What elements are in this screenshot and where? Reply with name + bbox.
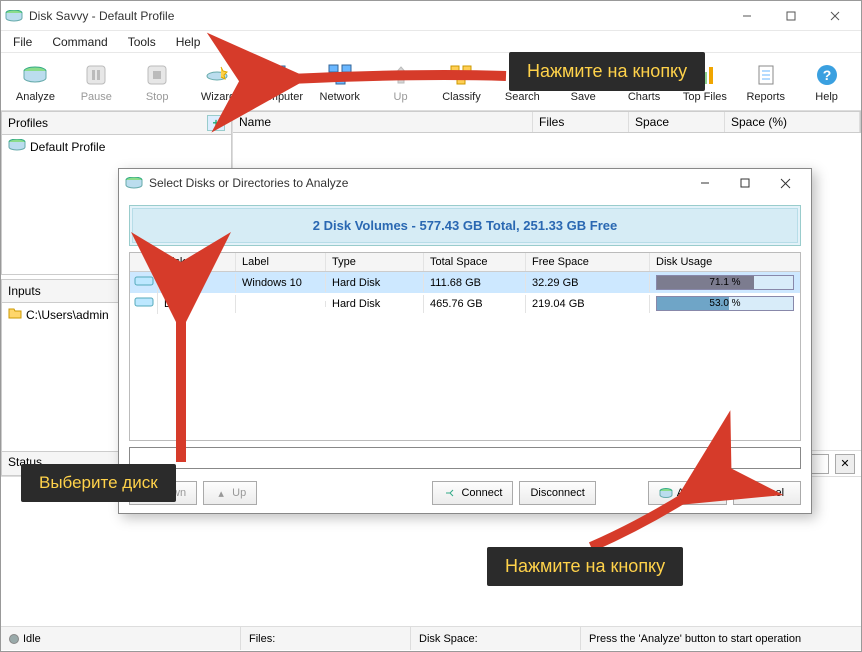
col-disk[interactable]: Disk [158,253,236,271]
status-close-button[interactable]: ✕ [835,454,855,474]
callout-left: Выберите диск [21,464,176,502]
up-arrow-icon: ▴ [214,486,228,500]
callout-bottom: Нажмите на кнопку [487,547,683,586]
menu-command[interactable]: Command [44,33,115,51]
connect-button[interactable]: Connect [432,481,513,505]
disk-grid-header: Disk Label Type Total Space Free Space D… [130,253,800,272]
pause-icon [82,61,110,89]
menu-help[interactable]: Help [168,33,209,51]
pause-button[interactable]: Pause [66,55,127,108]
move-up-button[interactable]: ▴Up [203,481,257,505]
col-space[interactable]: Space [629,112,725,132]
drive-icon [130,272,158,293]
profiles-header: Profiles + [1,111,232,135]
dialog-app-icon [125,174,143,192]
wizard-icon [204,61,232,89]
callout-top: Нажмите на кнопку [509,52,705,91]
up-button[interactable]: Up [370,55,431,108]
footer: Idle Files: Disk Space: Press the 'Analy… [1,627,861,650]
col-files[interactable]: Files [533,112,629,132]
analyze-icon [659,486,673,500]
col-type[interactable]: Type [326,253,424,271]
disconnect-button[interactable]: Disconnect [519,481,595,505]
network-button[interactable]: Network [309,55,370,108]
app-icon [5,7,23,25]
disk-row[interactable]: D:\ Hard Disk 465.76 GB 219.04 GB 53.0 % [130,293,800,314]
dialog-title: Select Disks or Directories to Analyze [149,176,685,190]
col-totalspace[interactable]: Total Space [424,253,526,271]
stop-button[interactable]: Stop [127,55,188,108]
dialog-cancel-button[interactable]: Cancel [733,481,801,505]
usage-bar: 71.1 % [656,275,794,290]
menu-file[interactable]: File [5,33,40,51]
close-button[interactable] [813,2,857,30]
toolbar: Analyze Pause Stop Wizard Computer Netwo… [1,53,861,111]
window-title: Disk Savvy - Default Profile [29,9,725,23]
dialog-maximize-button[interactable] [725,171,765,195]
dialog-buttons: ▾Down ▴Up Connect Disconnect Analyze Can… [119,473,811,513]
dialog-analyze-button[interactable]: Analyze [648,481,727,505]
summary-text: 2 Disk Volumes - 577.43 GB Total, 251.33… [132,208,798,243]
list-header: Name Files Space Space (%) [233,111,861,133]
col-label[interactable]: Label [236,253,326,271]
reports-icon [752,61,780,89]
footer-idle: Idle [23,633,41,645]
dialog-titlebar: Select Disks or Directories to Analyze [119,169,811,197]
stop-icon [143,61,171,89]
titlebar: Disk Savvy - Default Profile [1,1,861,31]
main-window: Disk Savvy - Default Profile File Comman… [0,0,862,652]
usage-bar: 53.0 % [656,296,794,311]
wizard-button[interactable]: Wizard [188,55,249,108]
col-spacepct[interactable]: Space (%) [725,112,860,132]
folder-icon [8,307,22,322]
col-freespace[interactable]: Free Space [526,253,650,271]
computer-icon [265,61,293,89]
dialog-close-button[interactable] [765,171,805,195]
dialog-body: 2 Disk Volumes - 577.43 GB Total, 251.33… [119,197,811,473]
analyze-button[interactable]: Analyze [5,55,66,108]
help-icon: ? [813,61,841,89]
disk-row[interactable]: C:\ Windows 10 Hard Disk 111.68 GB 32.29… [130,272,800,293]
maximize-button[interactable] [769,2,813,30]
menubar: File Command Tools Help [1,31,861,53]
computer-button[interactable]: Computer [248,55,309,108]
dialog-minimize-button[interactable] [685,171,725,195]
status-dot-icon [9,634,19,644]
disk-grid: Disk Label Type Total Space Free Space D… [129,252,801,441]
footer-files: Files: [241,627,411,650]
connect-icon [443,486,457,500]
path-input[interactable] [129,447,801,469]
drive-icon [130,293,158,314]
profile-item[interactable]: Default Profile [4,137,229,156]
up-arrow-icon [387,61,415,89]
reports-button[interactable]: Reports [735,55,796,108]
classify-button[interactable]: Classify [431,55,492,108]
classify-icon [447,61,475,89]
help-button[interactable]: ?Help [796,55,857,108]
col-usage[interactable]: Disk Usage [650,253,800,271]
minimize-button[interactable] [725,2,769,30]
add-profile-button[interactable]: + [207,115,225,131]
col-name[interactable]: Name [233,112,533,132]
analyze-icon [21,61,49,89]
network-icon [326,61,354,89]
menu-tools[interactable]: Tools [120,33,164,51]
summary-box: 2 Disk Volumes - 577.43 GB Total, 251.33… [129,205,801,246]
profile-icon [8,139,26,154]
svg-text:?: ? [822,67,831,83]
footer-hint: Press the 'Analyze' button to start oper… [581,627,861,650]
footer-diskspace: Disk Space: [411,627,581,650]
select-disks-dialog: Select Disks or Directories to Analyze 2… [118,168,812,514]
